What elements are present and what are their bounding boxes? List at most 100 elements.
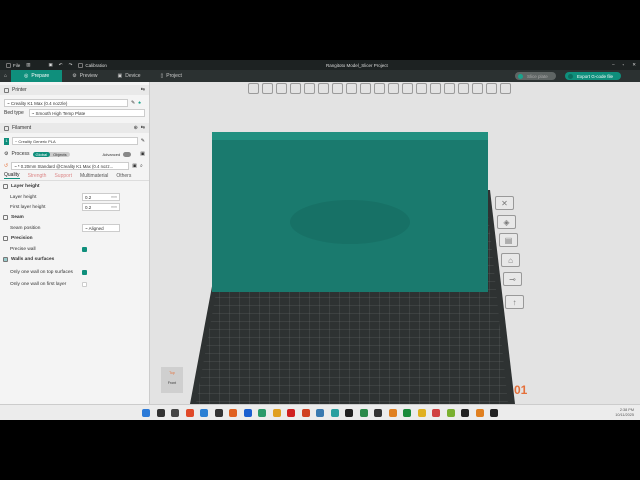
edit-icon[interactable]: ✎	[131, 100, 135, 106]
calibration-menu[interactable]: Calibration	[78, 62, 107, 68]
upload-icon[interactable]: ↑	[505, 295, 524, 309]
search-icon[interactable]: ⌕	[140, 163, 143, 169]
advanced-toggle[interactable]	[123, 151, 132, 157]
filament-preset-select[interactable]: ~ Creality Generic PLA	[11, 137, 138, 145]
add-filament-icon[interactable]: ⊕	[134, 125, 138, 131]
bed-type-value: ~ Smooth High Temp Plate	[31, 110, 86, 116]
save-preset-icon[interactable]: ▣	[140, 151, 145, 157]
seam-position-select[interactable]: ~ Aligned	[82, 224, 120, 232]
view-icon[interactable]: ◈	[497, 215, 516, 229]
3d-viewport[interactable]	[150, 82, 640, 404]
wifi-icon[interactable]: ♠	[138, 100, 141, 106]
tab-multimaterial[interactable]: Multimaterial	[80, 173, 108, 179]
taskbar-app-icon[interactable]	[490, 409, 498, 417]
export-gcode-button[interactable]: Export G-code file	[565, 72, 622, 80]
tab-project[interactable]: ▯ Project	[151, 70, 192, 82]
printer-preset-select[interactable]: ~ Creality K1 Max (0.4 nozzle)	[4, 99, 128, 107]
relief-detail	[290, 200, 410, 244]
precision-group: Precision	[0, 233, 149, 244]
undo-button[interactable]: ↶	[59, 62, 63, 68]
edit-icon[interactable]: ✎	[141, 138, 145, 144]
tab-strength[interactable]: Strength	[28, 173, 47, 179]
taskbar-app-icon[interactable]	[432, 409, 440, 417]
one-wall-first-layer-checkbox[interactable]	[82, 281, 87, 287]
redo-button[interactable]: ↷	[69, 62, 73, 68]
tab-device[interactable]: ▣ Device	[107, 70, 150, 82]
tab-prepare[interactable]: ◎ Prepare	[11, 70, 63, 82]
process-preset-select[interactable]: ~ * 0.20mm Standard @Creality K1 Max (0.…	[11, 162, 130, 170]
global-objects-toggle[interactable]: Global Objects	[32, 151, 70, 157]
taskbar-app-icon[interactable]	[403, 409, 411, 417]
project-icon: ▯	[160, 73, 164, 79]
taskbar-app-icon[interactable]	[388, 409, 397, 417]
layer-height-group: Layer height	[0, 181, 149, 192]
taskbar-app-icon[interactable]	[272, 409, 281, 417]
taskbar-app-icon[interactable]	[243, 409, 252, 417]
taskbar-app-icon[interactable]	[200, 409, 208, 417]
close-button[interactable]: ✕	[632, 62, 636, 68]
unit: mm	[111, 195, 117, 199]
taskbar-app-icon[interactable]	[301, 409, 310, 417]
layer-height-input[interactable]: 0.2 mm	[82, 193, 120, 201]
taskbar-app-icon[interactable]	[345, 409, 353, 417]
calibration-label: Calibration	[85, 62, 107, 68]
settings-sliders-icon[interactable]: ⊸	[503, 272, 522, 286]
option-label: Precise wall	[10, 246, 36, 252]
filament-color-swatch[interactable]: 1	[4, 137, 9, 145]
taskbar-app-icon[interactable]	[330, 409, 339, 417]
slice-plate-button[interactable]: Slice plate	[515, 72, 556, 80]
minimize-button[interactable]: –	[612, 62, 615, 68]
option-label: First layer height	[10, 204, 46, 210]
save-button[interactable]: ▣	[49, 62, 53, 68]
taskbar-app-icon[interactable]	[316, 409, 324, 417]
filament-section-header: Filament ⊕ ⇆	[0, 123, 149, 133]
tab-others[interactable]: Others	[116, 173, 131, 179]
tab-label: Device	[125, 73, 141, 79]
toggle-global[interactable]: Global	[32, 151, 51, 157]
swap-icon[interactable]: ⇆	[141, 125, 145, 131]
taskbar-app-icon[interactable]	[171, 409, 179, 417]
one-wall-top-checkbox[interactable]	[82, 269, 87, 275]
file-menu[interactable]: File	[6, 62, 20, 68]
toggle-objects[interactable]: Objects	[50, 152, 70, 157]
panel-toggle-button[interactable]: ▥	[26, 62, 30, 68]
navigation-cube[interactable]: Top Front	[161, 367, 183, 393]
taskbar-app-icon[interactable]	[229, 409, 237, 417]
process-heading: Process	[11, 151, 30, 157]
taskbar-app-icon[interactable]	[287, 409, 295, 417]
file-icon	[6, 62, 11, 68]
model-top-face	[212, 132, 488, 140]
taskbar-app-icon[interactable]	[214, 409, 223, 417]
first-layer-height-input[interactable]: 0.2 mm	[82, 203, 120, 211]
taskbar-app-icon[interactable]	[156, 409, 165, 417]
taskbar-app-icon[interactable]	[258, 409, 266, 417]
save-icon[interactable]: ▣	[132, 163, 137, 169]
option-label: Layer height	[10, 194, 37, 200]
arrange-icon[interactable]: ▤	[499, 233, 518, 247]
slicer-app: File ▥ ▣ ↶ ↷ Calibration Rangitoto Model…	[0, 60, 640, 420]
taskbar-app-icon[interactable]	[142, 409, 150, 417]
reset-icon[interactable]: ↺	[4, 163, 8, 169]
taskbar-app-icon[interactable]	[446, 409, 455, 417]
tab-preview[interactable]: ⚙ Preview	[62, 70, 107, 82]
taskbar-app-icon[interactable]	[417, 409, 426, 417]
navcube-front[interactable]: Front	[161, 381, 183, 385]
taskbar-app-icon[interactable]	[461, 409, 469, 417]
tab-quality[interactable]: Quality	[4, 172, 20, 179]
taskbar-app-icon[interactable]	[374, 409, 382, 417]
taskbar-app-icon[interactable]	[185, 409, 194, 417]
taskbar-app-icon[interactable]	[359, 409, 368, 417]
maximize-button[interactable]: ▫	[623, 62, 625, 68]
taskbar-app-icon[interactable]	[475, 409, 484, 417]
delete-icon[interactable]: ✕	[495, 196, 514, 210]
value: ~ Aligned	[85, 225, 104, 231]
swap-icon[interactable]: ⇆	[141, 87, 145, 93]
bed-type-select[interactable]: ~ Smooth High Temp Plate	[28, 109, 145, 117]
filament-heading: Filament	[12, 125, 32, 131]
home-button[interactable]: ⌂	[0, 70, 11, 82]
tab-support[interactable]: Support	[54, 173, 72, 179]
lock-icon[interactable]: ⌂	[501, 253, 520, 267]
navcube-top[interactable]: Top	[161, 371, 183, 375]
precise-wall-checkbox[interactable]	[82, 246, 87, 252]
clock[interactable]: 2:38 PM 10/11/2025	[615, 408, 634, 418]
